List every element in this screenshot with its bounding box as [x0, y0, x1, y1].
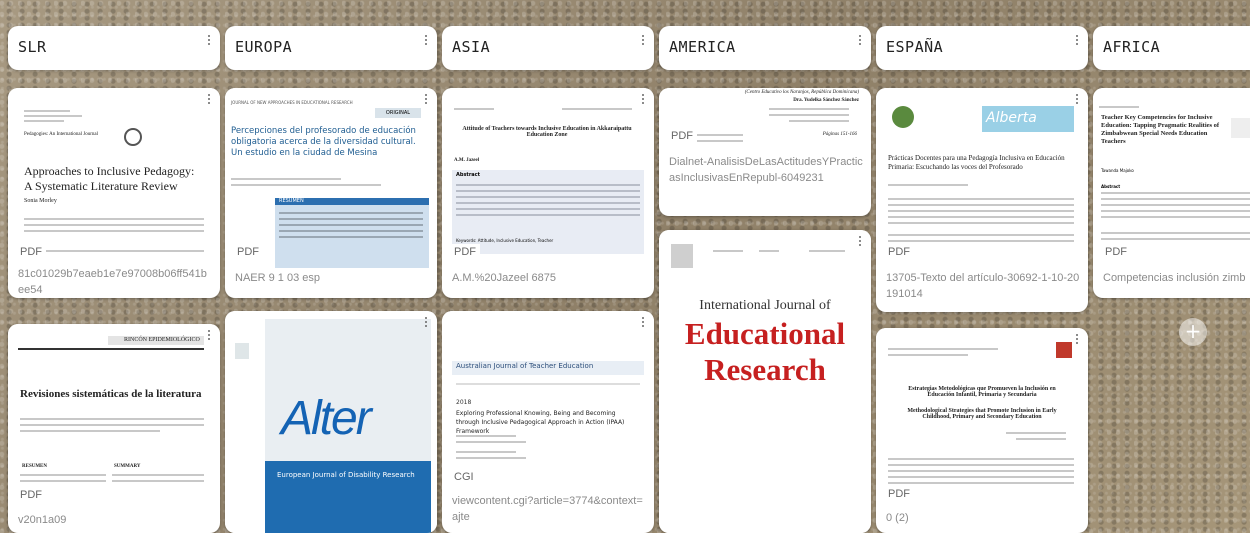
card-caption: NAER 9 1 03 esp	[235, 272, 320, 284]
more-options-icon[interactable]	[207, 94, 211, 108]
more-options-icon[interactable]	[1075, 35, 1079, 49]
more-options-icon[interactable]	[424, 317, 428, 331]
card-caption: 0 (2)	[886, 512, 909, 524]
paper-title: Percepciones del profesorado de educació…	[231, 126, 416, 158]
document-thumbnail: Pedagogies: An International Journal App…	[8, 88, 220, 266]
more-options-icon[interactable]	[858, 236, 862, 250]
document-thumbnail: Australian Journal of Teacher Education …	[442, 311, 654, 481]
more-options-icon[interactable]	[641, 317, 645, 331]
more-options-icon[interactable]	[1075, 94, 1079, 108]
university-logo	[892, 106, 914, 128]
file-type-label: PDF	[884, 244, 914, 260]
more-options-icon[interactable]	[207, 330, 211, 344]
paper-title: Estrategias Metodológicas que Promueven …	[908, 386, 1056, 398]
journal-title: Alter	[281, 392, 372, 445]
card-caption: Competencias inclusión zimbawe	[1103, 272, 1245, 284]
document-thumbnail: RINCÓN EPIDEMIOLÓGICO Revisiones sistemá…	[8, 324, 220, 504]
document-card[interactable]: RINCÓN EPIDEMIOLÓGICO Revisiones sistemá…	[8, 324, 220, 533]
document-card[interactable]: International Journal of Educational Res…	[659, 230, 871, 533]
column-espana: ESPAÑA Alberta Prácticas Docentes para u…	[876, 0, 1088, 533]
file-type-label: PDF	[667, 128, 697, 144]
document-card[interactable]: Estrategias Metodológicas que Promueven …	[876, 328, 1088, 533]
more-options-icon[interactable]	[641, 35, 645, 49]
abstract-box	[275, 198, 429, 268]
file-type-label: PDF	[450, 244, 480, 260]
publisher-logo	[671, 244, 693, 268]
paper-title: Attitude of Teachers towards Inclusive E…	[462, 126, 632, 138]
file-type-label: CGI	[450, 469, 478, 485]
original-badge: ORIGINAL	[375, 108, 421, 118]
column-title: AFRICA	[1103, 38, 1161, 56]
column-header[interactable]: EUROPA	[225, 26, 437, 70]
more-options-icon[interactable]	[641, 94, 645, 108]
publisher-logo	[1056, 342, 1072, 358]
column-title: ESPAÑA	[886, 38, 944, 56]
column-title: AMERICA	[669, 38, 736, 56]
paper-title: Exploring Professional Knowing, Being an…	[456, 410, 625, 435]
publisher-logo	[235, 343, 249, 359]
document-card[interactable]: (Centro Educativo los Naranjos, Repúblic…	[659, 88, 871, 216]
document-thumbnail: International Journal of Educational Res…	[659, 230, 871, 533]
column-asia: ASIA Attitude of Teachers towards Inclus…	[442, 0, 654, 533]
document-card[interactable]: Pedagogies: An International Journal App…	[8, 88, 220, 298]
paper-title: Approaches to Inclusive Pedagogy: A Syst…	[24, 164, 195, 193]
document-card[interactable]: JOURNAL OF NEW APPROACHES IN EDUCATIONAL…	[225, 88, 437, 298]
document-thumbnail: Estrategias Metodológicas que Promueven …	[876, 328, 1088, 504]
document-thumbnail: Alter European Journal of Disability Res…	[225, 311, 437, 533]
paper-title: Prácticas Docentes para una Pedagogía In…	[888, 154, 1065, 171]
column-header[interactable]: ASIA	[442, 26, 654, 70]
column-header[interactable]: AFRICA	[1093, 26, 1250, 70]
file-type-label: PDF	[233, 244, 263, 260]
column-europa: EUROPA JOURNAL OF NEW APPROACHES IN EDUC…	[225, 0, 437, 533]
more-options-icon[interactable]	[424, 35, 428, 49]
column-title: ASIA	[452, 38, 491, 56]
more-options-icon[interactable]	[207, 35, 211, 49]
column-header[interactable]: SLR	[8, 26, 220, 70]
document-thumbnail: Teacher Key Competencies for Inclusive E…	[1093, 88, 1250, 268]
document-card[interactable]: Alberta Prácticas Docentes para una Peda…	[876, 88, 1088, 312]
journal-name: Australian Journal of Teacher Education	[456, 362, 594, 370]
document-card[interactable]: Attitude of Teachers towards Inclusive E…	[442, 88, 654, 298]
document-thumbnail: JOURNAL OF NEW APPROACHES IN EDUCATIONAL…	[225, 88, 437, 268]
university-logo	[124, 128, 142, 146]
document-card[interactable]: Australian Journal of Teacher Education …	[442, 311, 654, 533]
add-card-button[interactable]: +	[1179, 318, 1207, 346]
document-thumbnail: Alberta Prácticas Docentes para una Peda…	[876, 88, 1088, 264]
more-options-icon[interactable]	[1075, 334, 1079, 348]
more-options-icon[interactable]	[424, 94, 428, 108]
document-card[interactable]: Teacher Key Competencies for Inclusive E…	[1093, 88, 1250, 298]
document-card[interactable]: Alter European Journal of Disability Res…	[225, 311, 437, 533]
column-america: AMERICA (Centro Educativo los Naranjos, …	[659, 0, 871, 533]
card-caption: v20n1a09	[18, 514, 67, 526]
column-africa: AFRICA Teacher Key Competencies for Incl…	[1093, 0, 1250, 533]
paper-title: Teacher Key Competencies for Inclusive E…	[1101, 114, 1220, 145]
file-type-label: PDF	[16, 487, 46, 503]
card-caption: 81c01029b7eaeb1e7e97008b06ff541bee54	[18, 268, 207, 296]
file-type-label: PDF	[884, 486, 914, 502]
card-caption: 13705-Texto del artículo-30692-1-10-2019…	[886, 272, 1080, 300]
column-slr: SLR Pedagogies: An International Journal…	[8, 0, 220, 533]
card-caption: viewcontent.cgi?article=3774&context=ajt…	[452, 495, 643, 523]
column-title: SLR	[18, 38, 47, 56]
file-type-label: PDF	[16, 244, 46, 260]
card-caption: A.M.%20Jazeel 6875	[452, 272, 556, 284]
document-thumbnail: Attitude of Teachers towards Inclusive E…	[442, 88, 654, 268]
more-options-icon[interactable]	[858, 35, 862, 49]
card-caption: Dialnet-AnalisisDeLasActitudesYPracticas…	[669, 156, 863, 184]
column-header[interactable]: AMERICA	[659, 26, 871, 70]
journal-title: International Journal of	[699, 298, 831, 313]
column-title: EUROPA	[235, 38, 293, 56]
paper-title: Revisiones sistemáticas de la literatura	[20, 388, 202, 400]
column-header[interactable]: ESPAÑA	[876, 26, 1088, 70]
file-type-label: PDF	[1101, 244, 1131, 260]
